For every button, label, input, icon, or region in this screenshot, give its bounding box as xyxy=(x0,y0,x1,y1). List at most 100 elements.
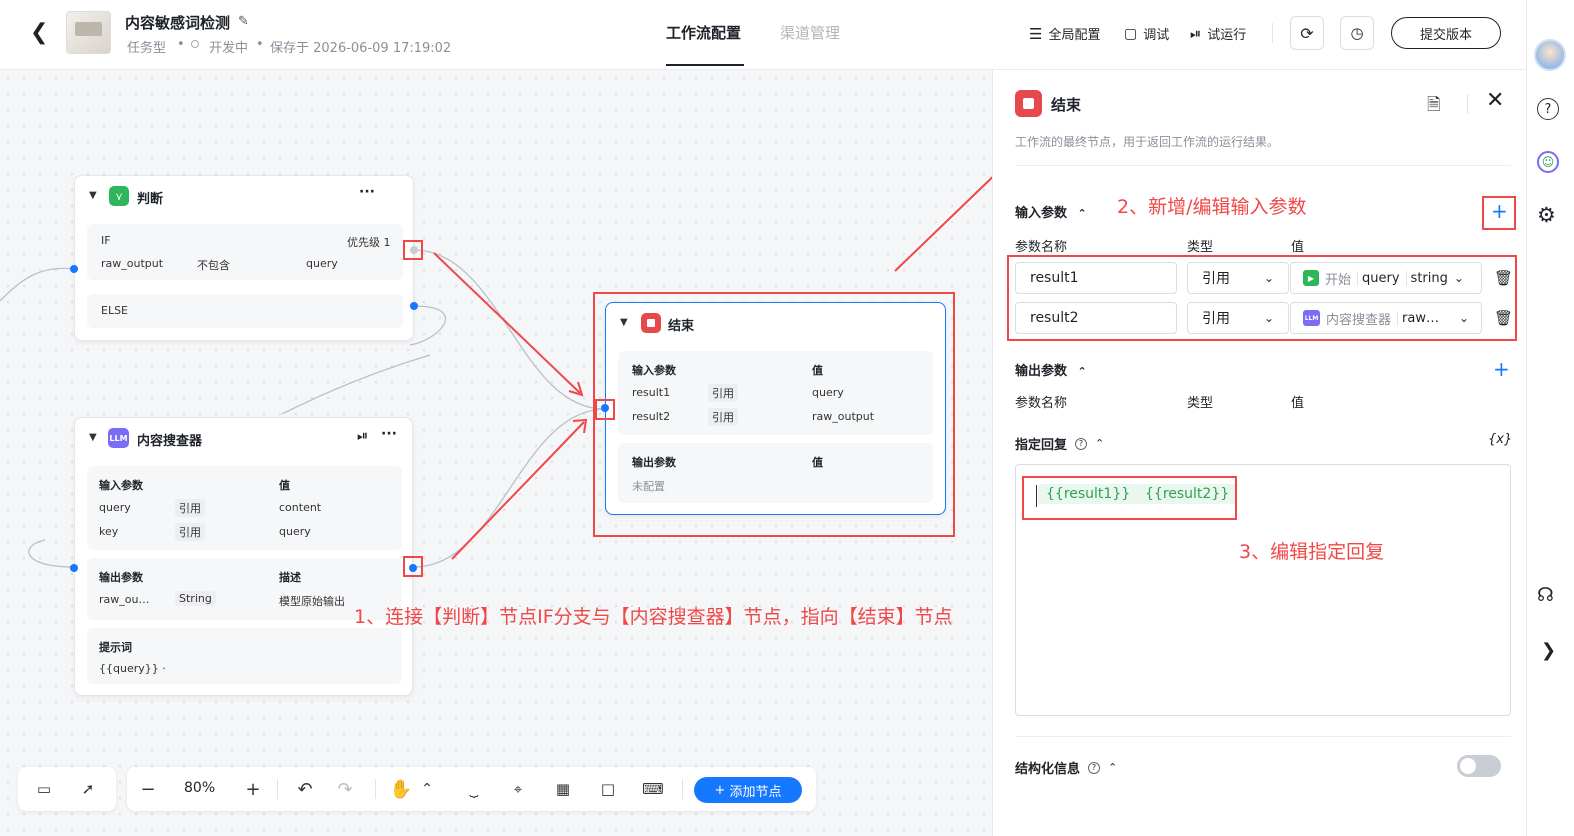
global-config-button[interactable]: ☰ 全局配置 xyxy=(1029,24,1100,44)
settings-icon[interactable]: ⚙ xyxy=(1537,203,1556,227)
add-output-param-icon[interactable]: + xyxy=(1493,359,1510,379)
expand-icon[interactable]: ❯ xyxy=(1541,640,1556,661)
node-title: 判断 xyxy=(137,192,164,207)
out-type: String xyxy=(175,591,216,606)
keyboard-icon[interactable]: ⌨ xyxy=(635,771,671,807)
highlight-if-port xyxy=(403,240,423,260)
add-node-label: 添加节点 xyxy=(729,784,782,800)
out-col-type: 类型 xyxy=(1187,396,1214,411)
zoom-out-icon[interactable]: − xyxy=(130,771,166,807)
priority-label: 优先级 1 xyxy=(347,236,391,249)
out-desc-header: 描述 xyxy=(279,571,301,584)
panel-desc: 工作流的最终节点，用于返回工作流的运行结果。 xyxy=(1015,135,1280,149)
edit-title-icon[interactable]: ✎ xyxy=(238,14,249,29)
in-type: 引用 xyxy=(175,499,205,517)
app-type: 任务型 xyxy=(127,41,167,56)
node-title: 内容搜查器 xyxy=(137,434,203,449)
else-port[interactable] xyxy=(410,302,418,310)
arrow-search-end xyxy=(451,421,585,560)
right-sidebar: ? ☺ ⚙ ☊ ❯ xyxy=(1526,0,1574,836)
avatar[interactable] xyxy=(1534,39,1566,71)
add-note-icon[interactable]: □ xyxy=(590,771,626,807)
minimap-icon[interactable]: ▭ xyxy=(26,771,62,807)
more-icon[interactable]: ··· xyxy=(359,184,375,200)
undo-icon[interactable]: ↶ xyxy=(287,771,323,807)
doc-icon[interactable]: 🗎 xyxy=(1427,92,1441,121)
assistant-icon[interactable]: ☺ xyxy=(1537,151,1559,173)
app-thumbnail xyxy=(66,11,111,54)
prompt-section: 提示词 {{query}} · xyxy=(87,628,402,684)
zoom-level: 80% xyxy=(184,780,216,796)
out-desc: 模型原始输出 xyxy=(279,595,345,608)
save-time: 保存于 2026-06-09 17:19:02 xyxy=(270,41,452,56)
llm-icon: LLM xyxy=(108,428,129,448)
canvas-toolbar-left: ▭ ➚ xyxy=(18,767,116,811)
select-icon[interactable]: ➚ xyxy=(70,771,106,807)
struct-header[interactable]: 结构化信息 ? ⌃ xyxy=(1015,758,1117,777)
arrow-to-panel xyxy=(894,176,992,272)
insert-var-button[interactable]: {x} xyxy=(1488,432,1512,447)
output-params-label: 输出参数 xyxy=(1015,364,1068,379)
tab-workflow[interactable]: 工作流配置 xyxy=(666,22,741,43)
close-icon[interactable]: ✕ xyxy=(1486,90,1504,112)
collapse-icon[interactable]: ▼ xyxy=(89,190,97,201)
highlight-add-param xyxy=(1482,196,1516,230)
help-icon[interactable]: ? xyxy=(1537,98,1559,120)
chevron-up-icon[interactable]: ⌃ xyxy=(409,771,445,807)
header-divider xyxy=(1272,23,1273,43)
tab-channel[interactable]: 渠道管理 xyxy=(780,22,840,43)
edge-search-end xyxy=(413,408,606,568)
if-branch: IF 优先级 1 raw_output 不包含 query xyxy=(87,224,403,280)
highlight-reply xyxy=(1022,476,1237,520)
panel-divider xyxy=(1467,94,1468,114)
struct-toggle[interactable] xyxy=(1457,755,1501,777)
status-icon xyxy=(191,40,199,48)
prompt-header: 提示词 xyxy=(99,641,132,654)
back-icon[interactable]: ❮ xyxy=(30,22,50,46)
test-run-label: 试运行 xyxy=(1207,28,1247,43)
input-params-header[interactable]: 输入参数 ⌃ xyxy=(1015,202,1087,221)
more-icon[interactable]: ··· xyxy=(381,426,397,442)
locate-icon[interactable]: ⌖ xyxy=(500,771,536,807)
workflow-canvas[interactable]: ▼ ⋎ 判断 ··· IF 优先级 1 raw_output 不包含 query… xyxy=(0,70,992,836)
sync-button[interactable]: ⟳ xyxy=(1290,16,1324,50)
headset-icon[interactable]: ☊ xyxy=(1537,584,1554,606)
input-params-label: 输入参数 xyxy=(1015,206,1068,221)
annotation-1: 1、连接【判断】节点IF分支与【内容搜查器】节点，指向【结束】节点 xyxy=(354,606,953,628)
in-value: content xyxy=(279,501,322,514)
status-sep: • xyxy=(256,37,264,52)
reply-label: 指定回复 xyxy=(1015,438,1068,453)
run-node-icon[interactable]: ⏯ xyxy=(357,428,368,444)
debug-button[interactable]: ▢ 调试 xyxy=(1124,24,1169,44)
redo-icon[interactable]: ↷ xyxy=(327,771,363,807)
status-badge: 开发中 xyxy=(209,41,249,56)
else-branch: ELSE xyxy=(87,294,403,328)
highlight-params xyxy=(1007,255,1517,341)
panel-sep xyxy=(1015,736,1511,737)
canvas-toolbar: − 80% + ↶ ↷ ✋ ⌃ ⏟ ⌖ ▦ □ ⌨ + 添加节点 xyxy=(127,767,816,811)
add-node-button[interactable]: + 添加节点 xyxy=(694,777,802,803)
reply-header[interactable]: 指定回复 ? ⌃ xyxy=(1015,434,1104,453)
submit-version-label: 提交版本 xyxy=(1419,27,1472,43)
annotation-2: 2、新增/编辑输入参数 xyxy=(1117,196,1307,218)
in-type: 引用 xyxy=(175,523,205,541)
zoom-in-icon[interactable]: + xyxy=(235,771,271,807)
col-name: 参数名称 xyxy=(1015,240,1068,255)
judge-in-port[interactable] xyxy=(70,265,78,273)
output-params-header[interactable]: 输出参数 ⌃ xyxy=(1015,360,1087,379)
in-header: 输入参数 xyxy=(99,479,143,492)
panel-sep xyxy=(1015,165,1511,166)
align-icon[interactable]: ⏟ xyxy=(456,771,492,807)
search-node[interactable]: ▼ LLM 内容搜查器 ⏯ ··· 输入参数 值 query 引用 conten… xyxy=(70,417,417,696)
collapse-icon[interactable]: ▼ xyxy=(89,432,97,443)
judge-node[interactable]: ▼ ⋎ 判断 ··· IF 优先级 1 raw_output 不包含 query… xyxy=(70,175,418,341)
search-in-port[interactable] xyxy=(70,564,78,572)
in-name: query xyxy=(99,501,131,514)
test-run-button[interactable]: ⏯ 试运行 xyxy=(1190,24,1247,44)
history-button[interactable]: ◷ xyxy=(1340,16,1374,50)
highlight-search-port xyxy=(403,556,423,577)
layout-icon[interactable]: ▦ xyxy=(545,771,581,807)
submit-version-button[interactable]: 提交版本 xyxy=(1391,17,1501,49)
tab-channel-label: 渠道管理 xyxy=(780,24,841,42)
divider xyxy=(277,779,278,799)
